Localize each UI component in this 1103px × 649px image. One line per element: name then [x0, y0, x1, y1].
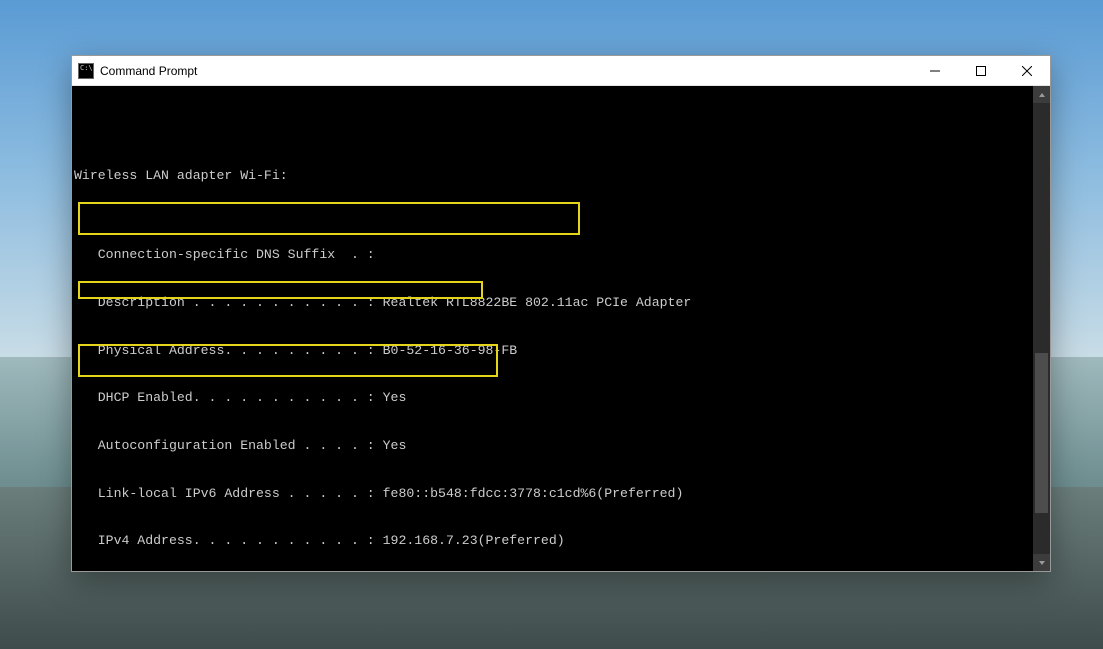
highlight-ipv4-subnet: [78, 202, 580, 235]
terminal-line: IPv4 Address. . . . . . . . . . . : 192.…: [74, 533, 1029, 549]
chevron-down-icon: [1038, 559, 1046, 567]
cmd-icon: [78, 63, 94, 79]
minimize-icon: [930, 66, 940, 76]
terminal-line: Autoconfiguration Enabled . . . . : Yes: [74, 438, 1029, 454]
terminal-line: Wireless LAN adapter Wi-Fi:: [74, 168, 1029, 184]
vertical-scrollbar[interactable]: [1033, 86, 1050, 571]
terminal-line: DHCP Enabled. . . . . . . . . . . : Yes: [74, 390, 1029, 406]
minimize-button[interactable]: [912, 56, 958, 86]
scroll-up-button[interactable]: [1033, 86, 1050, 103]
maximize-button[interactable]: [958, 56, 1004, 86]
scroll-down-button[interactable]: [1033, 554, 1050, 571]
terminal-output[interactable]: Wireless LAN adapter Wi-Fi: Connection-s…: [72, 86, 1033, 571]
terminal-line: Description . . . . . . . . . . . : Real…: [74, 295, 1029, 311]
titlebar[interactable]: Command Prompt: [72, 56, 1050, 86]
chevron-up-icon: [1038, 91, 1046, 99]
client-area: Wireless LAN adapter Wi-Fi: Connection-s…: [72, 86, 1050, 571]
scroll-thumb[interactable]: [1035, 353, 1048, 513]
terminal-line: Physical Address. . . . . . . . . : B0-5…: [74, 343, 1029, 359]
close-button[interactable]: [1004, 56, 1050, 86]
terminal-line: Link-local IPv6 Address . . . . . : fe80…: [74, 486, 1029, 502]
window-title: Command Prompt: [100, 64, 197, 78]
maximize-icon: [976, 66, 986, 76]
scroll-track[interactable]: [1033, 103, 1050, 554]
titlebar-buttons: [912, 56, 1050, 85]
terminal-line: Connection-specific DNS Suffix . :: [74, 247, 1029, 263]
command-prompt-window: Command Prompt Wireless LAN adapter Wi-F…: [71, 55, 1051, 572]
close-icon: [1022, 66, 1032, 76]
